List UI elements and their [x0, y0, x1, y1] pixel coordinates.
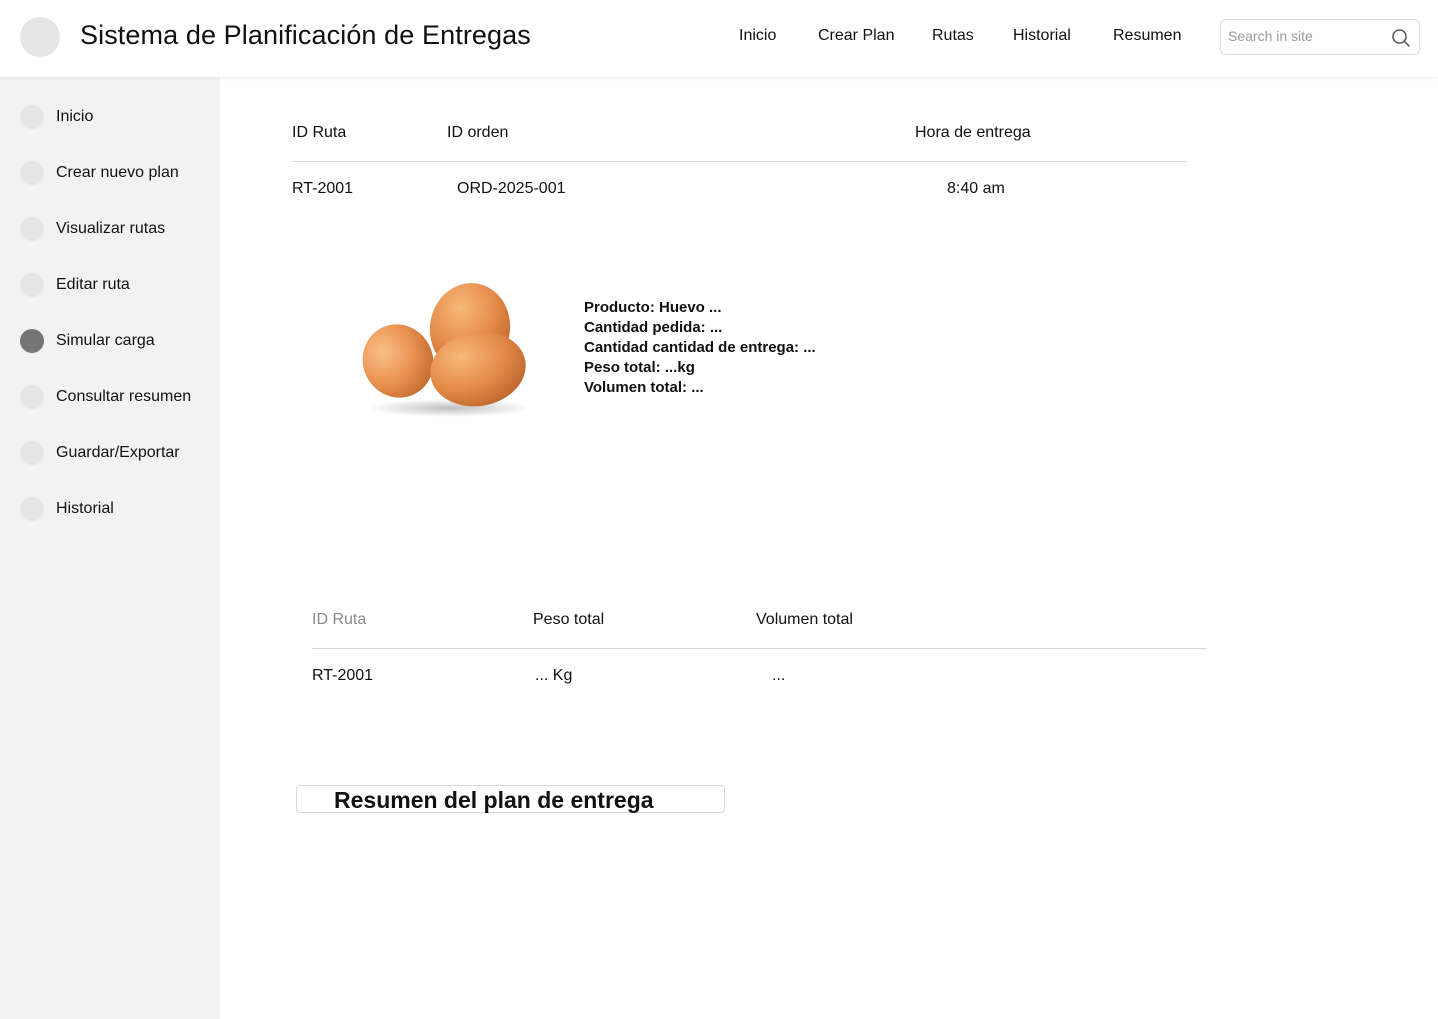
product-delivery-qty: Cantidad cantidad de entrega: ...: [584, 339, 816, 356]
sidebar-item-label: Inicio: [56, 108, 94, 125]
orders-header-id-ruta: ID Ruta: [292, 124, 347, 141]
sidebar-item-label: Historial: [56, 500, 114, 517]
load-cell-volumen: ...: [772, 667, 786, 684]
top-header: Sistema de Planificación de Entregas Ini…: [0, 0, 1438, 77]
sidebar-dot-icon: [20, 217, 44, 241]
sidebar-dot-icon: [20, 385, 44, 409]
orders-divider: [292, 161, 1187, 162]
sidebar-dot-icon: [20, 161, 44, 185]
sidebar-item-label: Guardar/Exportar: [56, 444, 180, 461]
sidebar-item-crear-nuevo-plan[interactable]: Crear nuevo plan: [20, 160, 179, 186]
search-icon[interactable]: [1391, 28, 1411, 48]
summary-plan-button-label: Resumen del plan de entrega: [334, 787, 654, 813]
product-ordered-qty: Cantidad pedida: ...: [584, 319, 723, 336]
sidebar-dot-active-icon: [20, 329, 44, 353]
sidebar-item-simular-carga[interactable]: Simular carga: [20, 328, 155, 354]
nav-inicio[interactable]: Inicio: [739, 27, 776, 45]
product-details: Producto: Huevo ... Cantidad pedida: ...…: [584, 298, 816, 398]
orders-header-id-orden: ID orden: [447, 124, 509, 141]
orders-cell-id-ruta: RT-2001: [292, 180, 354, 197]
search-input[interactable]: [1228, 28, 1388, 44]
product-name: Producto: Huevo ...: [584, 299, 722, 316]
sidebar-item-label: Consultar resumen: [56, 388, 192, 405]
nav-crear-plan[interactable]: Crear Plan: [818, 27, 894, 45]
app-title: Sistema de Planificación de Entregas: [80, 20, 531, 50]
orders-cell-id-orden: ORD-2025-001: [457, 180, 566, 197]
product-total-volume: Volumen total: ...: [584, 379, 704, 396]
load-header-peso-total: Peso total: [533, 611, 605, 628]
load-cell-id-ruta: RT-2001: [312, 667, 374, 684]
sidebar-dot-icon: [20, 105, 44, 129]
summary-plan-button[interactable]: Resumen del plan de entrega: [296, 785, 725, 813]
sidebar-dot-icon: [20, 497, 44, 521]
sidebar-item-label: Visualizar rutas: [56, 220, 166, 237]
logo-placeholder[interactable]: [20, 17, 60, 57]
sidebar: Inicio Crear nuevo plan Visualizar rutas…: [0, 77, 220, 1019]
sidebar-item-consultar-resumen[interactable]: Consultar resumen: [20, 384, 191, 410]
sidebar-item-editar-ruta[interactable]: Editar ruta: [20, 272, 130, 298]
sidebar-item-label: Simular carga: [56, 332, 155, 349]
sidebar-item-visualizar-rutas[interactable]: Visualizar rutas: [20, 216, 165, 242]
nav-rutas[interactable]: Rutas: [932, 27, 974, 45]
sidebar-item-label: Editar ruta: [56, 276, 130, 293]
sidebar-dot-icon: [20, 273, 44, 297]
egg-product-image: [362, 283, 532, 417]
load-header-volumen-total: Volumen total: [756, 611, 853, 628]
orders-header-hora-entrega: Hora de entrega: [915, 124, 1031, 141]
sidebar-item-label: Crear nuevo plan: [56, 164, 179, 181]
sidebar-item-inicio[interactable]: Inicio: [20, 104, 93, 130]
load-cell-peso: ... Kg: [535, 667, 573, 684]
orders-cell-hora: 8:40 am: [947, 180, 1005, 197]
product-total-weight: Peso total: ...kg: [584, 359, 695, 376]
load-divider: [312, 648, 1207, 649]
load-header-id-ruta: ID Ruta: [312, 611, 367, 628]
sidebar-dot-icon: [20, 441, 44, 465]
sidebar-item-guardar-exportar[interactable]: Guardar/Exportar: [20, 440, 180, 466]
sidebar-item-historial[interactable]: Historial: [20, 496, 114, 522]
nav-historial[interactable]: Historial: [1013, 27, 1071, 45]
nav-resumen[interactable]: Resumen: [1113, 27, 1181, 45]
search-box: [1220, 19, 1420, 55]
